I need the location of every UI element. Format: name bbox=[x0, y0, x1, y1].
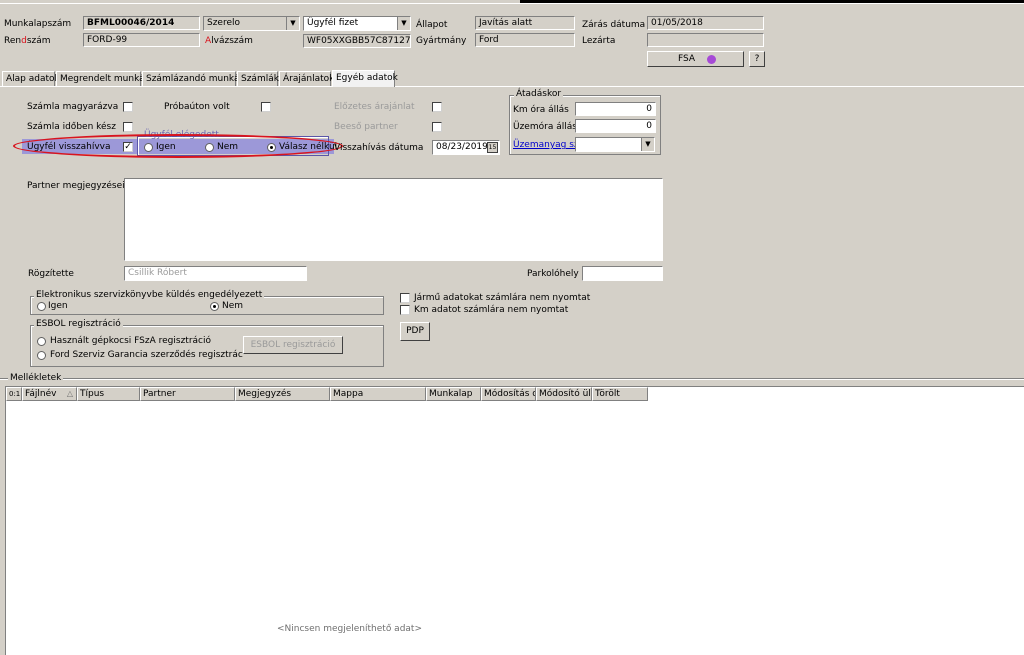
lezarta-label: Lezárta bbox=[582, 36, 616, 46]
fizetes-value: Ügyfél fizet bbox=[307, 18, 359, 28]
uzemora-allasa-label: Üzemóra állása bbox=[513, 122, 583, 132]
szamla-idoben-kesz-label: Számla időben kész bbox=[27, 122, 116, 132]
fsa-bug-icon bbox=[707, 55, 716, 64]
uzemora-allasa-field[interactable]: 0 bbox=[575, 119, 656, 133]
parkolohely-field[interactable] bbox=[582, 266, 663, 281]
munkalapszam-label: Munkalapszám bbox=[4, 19, 72, 29]
col-fajlnev-label: Fájlnév bbox=[25, 389, 57, 399]
esbol-garancia-label: Ford Szerviz Garancia szerződés regisztr… bbox=[50, 350, 243, 360]
szerelo-combo[interactable]: Szerelo ▼ bbox=[203, 16, 300, 31]
tab-arajanlatok[interactable]: Árajánlatok bbox=[279, 71, 334, 86]
elektronikus-igen-label: Igen bbox=[48, 301, 68, 311]
esbol-title: ESBOL regisztráció bbox=[34, 319, 123, 330]
col-megjegyzes[interactable]: Megjegyzés bbox=[235, 387, 330, 401]
chevron-down-icon[interactable]: ▼ bbox=[286, 17, 299, 30]
tab-megrendelt-munkak[interactable]: Megrendelt munkák bbox=[56, 71, 150, 86]
tab-strip-line bbox=[0, 86, 1024, 87]
munkalapszam-field[interactable]: BFML00046/2014 bbox=[83, 16, 200, 30]
gyartmany-label: Gyártmány bbox=[416, 36, 467, 46]
allapot-field[interactable]: Javítás alatt bbox=[475, 16, 575, 30]
elektronikus-nem-radio[interactable] bbox=[210, 302, 219, 311]
esbol-regisztracio-button[interactable]: ESBOL regisztráció bbox=[243, 336, 343, 354]
zaras-datuma-field[interactable]: 01/05/2018 bbox=[647, 16, 764, 30]
szamla-magyarazva-label: Számla magyarázva bbox=[27, 102, 119, 112]
jarmu-nem-nyomtat-label: Jármű adatokat számlára nem nyomtat bbox=[414, 293, 591, 303]
tab-szamlak[interactable]: Számlák bbox=[237, 71, 279, 86]
km-ora-allas-label: Km óra állás bbox=[513, 105, 569, 115]
mellekletek-title: Mellékletek bbox=[8, 373, 64, 384]
chevron-down-icon[interactable]: ▼ bbox=[641, 138, 654, 151]
annotation-ellipse bbox=[13, 134, 343, 158]
chevron-down-icon[interactable]: ▼ bbox=[397, 17, 410, 30]
rogzitette-field[interactable]: Csillik Róbert bbox=[124, 266, 307, 281]
elozetes-arajanlat-label: Előzetes árajánlat bbox=[334, 102, 415, 112]
col-partner[interactable]: Partner bbox=[140, 387, 235, 401]
pdp-button[interactable]: PDP bbox=[400, 322, 430, 341]
uzemanyag-szint-combo[interactable]: ▼ bbox=[575, 137, 655, 152]
atadaskor-title: Átadáskor bbox=[514, 89, 564, 100]
tab-egyeb-adatok[interactable]: Egyéb adatok bbox=[332, 70, 398, 87]
col-mappa[interactable]: Mappa bbox=[330, 387, 426, 401]
col-tipus[interactable]: Típus bbox=[77, 387, 140, 401]
help-button[interactable]: ? bbox=[749, 51, 765, 67]
esbol-garancia-radio[interactable] bbox=[37, 351, 46, 360]
elozetes-arajanlat-checkbox[interactable] bbox=[432, 102, 442, 112]
zaras-datuma-label: Zárás dátuma bbox=[582, 20, 646, 30]
alvazszam-field[interactable]: WF05XXGBB57C87127 bbox=[303, 34, 411, 48]
visszahivas-datuma-field[interactable]: 08/23/2019 15 bbox=[432, 140, 500, 155]
rendszam-field[interactable]: FORD-99 bbox=[83, 33, 200, 47]
beeso-partner-checkbox[interactable] bbox=[432, 122, 442, 132]
rogzitette-label: Rögzítette bbox=[28, 269, 74, 279]
col-munkalap[interactable]: Munkalap bbox=[426, 387, 481, 401]
probauton-volt-checkbox[interactable] bbox=[261, 102, 271, 112]
fsa-button[interactable]: FSA bbox=[647, 51, 744, 67]
gyartmany-field[interactable]: Ford bbox=[475, 33, 575, 47]
col-torolt[interactable]: Törölt bbox=[592, 387, 648, 401]
col-modositas-datuma[interactable]: Módosítás dá bbox=[481, 387, 536, 401]
szamla-idoben-kesz-checkbox[interactable] bbox=[123, 122, 133, 132]
tab-alap-adatok[interactable]: Alap adatok bbox=[2, 71, 60, 86]
empty-grid-message: <Nincsen megjeleníthető adat> bbox=[277, 624, 422, 634]
fizetes-combo[interactable]: Ügyfél fizet ▼ bbox=[303, 16, 411, 31]
fsa-label: FSA bbox=[677, 54, 696, 64]
km-nem-nyomtat-label: Km adatot számlára nem nyomtat bbox=[414, 305, 569, 315]
szamla-magyarazva-checkbox[interactable] bbox=[123, 102, 133, 112]
partner-megjegyzesei-textarea[interactable] bbox=[124, 178, 663, 261]
mellekletek-separator-light bbox=[0, 379, 1024, 380]
sort-ascending-icon: △ bbox=[66, 389, 73, 398]
allapot-label: Állapot bbox=[416, 20, 448, 30]
beeso-partner-label: Beeső partner bbox=[334, 122, 398, 132]
parkolohely-label: Parkolóhely bbox=[527, 269, 579, 279]
attachments-grid[interactable] bbox=[5, 386, 1024, 655]
lezarta-field[interactable] bbox=[647, 33, 764, 47]
probauton-volt-label: Próbaúton volt bbox=[164, 102, 230, 112]
partner-megjegyzesei-label: Partner megjegyzései bbox=[27, 181, 125, 191]
elektronikus-nem-label: Nem bbox=[222, 301, 244, 311]
km-nem-nyomtat-checkbox[interactable] bbox=[400, 305, 410, 315]
elektronikus-igen-radio[interactable] bbox=[37, 302, 46, 311]
jarmu-nem-nyomtat-checkbox[interactable] bbox=[400, 293, 410, 303]
km-ora-allas-field[interactable]: 0 bbox=[575, 102, 656, 116]
col-indicator[interactable]: 0:1 bbox=[6, 387, 22, 401]
esbol-hasznalt-radio[interactable] bbox=[37, 337, 46, 346]
col-fajlnev[interactable]: Fájlnév △ bbox=[22, 387, 77, 401]
col-modosito-ugyintezo[interactable]: Módosító ül. bbox=[536, 387, 592, 401]
window-top-border bbox=[0, 3, 1024, 4]
calendar-icon[interactable]: 15 bbox=[487, 142, 498, 153]
visszahivas-datuma-value: 08/23/2019 bbox=[436, 142, 488, 152]
visszahivas-datuma-label: Visszahívás dátuma bbox=[334, 143, 424, 153]
tab-szamlazando-munkak[interactable]: Számlázandó munkák bbox=[142, 71, 245, 86]
alvazszam-label: Alvázszám bbox=[205, 36, 253, 46]
szerelo-value: Szerelo bbox=[207, 18, 241, 28]
rendszam-label: Rendszám bbox=[4, 36, 51, 46]
esbol-hasznalt-label: Használt gépkocsi FSzA regisztráció bbox=[50, 336, 212, 346]
